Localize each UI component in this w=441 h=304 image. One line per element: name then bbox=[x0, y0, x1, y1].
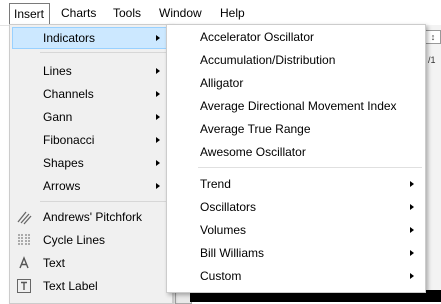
submenu-arrow-icon bbox=[156, 137, 160, 143]
submenu-arrow-icon bbox=[410, 181, 414, 187]
menu-item-label: Shapes bbox=[43, 156, 84, 170]
menu-item-label: Text Label bbox=[43, 279, 98, 293]
submenu-item-custom[interactable]: Custom bbox=[169, 265, 423, 288]
menu-insert[interactable]: Insert bbox=[9, 3, 51, 25]
menu-item-label: Andrews' Pitchfork bbox=[43, 210, 142, 224]
menu-item-label: Fibonacci bbox=[43, 133, 95, 147]
submenu-arrow-icon bbox=[156, 35, 160, 41]
menu-item-label: Channels bbox=[43, 87, 94, 101]
menu-item-gann[interactable]: Gann bbox=[12, 106, 169, 128]
insert-menu: Indicators Lines Channels Gann Fibonacci… bbox=[9, 24, 173, 304]
menu-bar: Insert Charts Tools Window Help bbox=[0, 0, 441, 26]
menu-help[interactable]: Help bbox=[220, 5, 245, 21]
menu-item-fibonacci[interactable]: Fibonacci bbox=[12, 129, 169, 151]
menu-item-label: Arrows bbox=[43, 179, 81, 193]
submenu-item-label: Average Directional Movement Index bbox=[200, 99, 397, 113]
submenu-item-average-true-range[interactable]: Average True Range bbox=[169, 118, 423, 141]
submenu-item-label: Bill Williams bbox=[200, 246, 264, 260]
submenu-item-label: Alligator bbox=[200, 76, 244, 90]
submenu-item-label: Accumulation/Distribution bbox=[200, 53, 336, 67]
submenu-arrow-icon bbox=[156, 68, 160, 74]
submenu-arrow-icon bbox=[410, 204, 414, 210]
submenu-item-label: Trend bbox=[200, 177, 231, 191]
submenu-arrow-icon bbox=[156, 160, 160, 166]
submenu-item-awesome-oscillator[interactable]: Awesome Oscillator bbox=[169, 141, 423, 164]
submenu-item-label: Awesome Oscillator bbox=[200, 145, 306, 159]
menu-tools[interactable]: Tools bbox=[113, 5, 141, 21]
submenu-arrow-icon bbox=[410, 250, 414, 256]
submenu-arrow-icon bbox=[156, 91, 160, 97]
indicators-submenu: Accelerator Oscillator Accumulation/Dist… bbox=[166, 24, 426, 293]
text-icon bbox=[16, 255, 32, 271]
submenu-item-trend[interactable]: Trend bbox=[169, 173, 423, 196]
menu-item-channels[interactable]: Channels bbox=[12, 83, 169, 105]
submenu-item-label: Oscillators bbox=[200, 200, 257, 214]
menu-item-label: Lines bbox=[43, 64, 72, 78]
submenu-item-label: Average True Range bbox=[200, 122, 311, 136]
menu-item-label: Gann bbox=[43, 110, 73, 124]
menu-item-label: Cycle Lines bbox=[43, 233, 106, 247]
menu-item-indicators[interactable]: Indicators bbox=[12, 27, 169, 49]
menu-item-label: Text bbox=[43, 256, 66, 270]
submenu-item-label: Volumes bbox=[200, 223, 247, 237]
submenu-arrow-icon bbox=[410, 227, 414, 233]
menu-separator bbox=[40, 201, 168, 202]
submenu-item-adx[interactable]: Average Directional Movement Index bbox=[169, 95, 423, 118]
menu-item-shapes[interactable]: Shapes bbox=[12, 152, 169, 174]
menu-window[interactable]: Window bbox=[159, 5, 202, 21]
menu-item-arrows[interactable]: Arrows bbox=[12, 175, 169, 197]
menu-item-text-label[interactable]: Text Label bbox=[12, 275, 169, 297]
background-text: /1 bbox=[428, 55, 436, 65]
submenu-arrow-icon bbox=[156, 183, 160, 189]
scroll-button[interactable]: ↕ bbox=[425, 30, 441, 44]
pitchfork-icon bbox=[16, 209, 32, 225]
submenu-arrow-icon bbox=[156, 114, 160, 120]
menu-item-label: Indicators bbox=[43, 31, 96, 45]
submenu-item-oscillators[interactable]: Oscillators bbox=[169, 196, 423, 219]
menu-charts[interactable]: Charts bbox=[61, 5, 96, 21]
menu-item-text[interactable]: Text bbox=[12, 252, 169, 274]
menu-item-cycle-lines[interactable]: Cycle Lines bbox=[12, 229, 169, 251]
submenu-separator bbox=[198, 167, 422, 168]
submenu-item-accelerator-oscillator[interactable]: Accelerator Oscillator bbox=[169, 26, 423, 49]
submenu-arrow-icon bbox=[410, 273, 414, 279]
submenu-item-accumulation-distribution[interactable]: Accumulation/Distribution bbox=[169, 49, 423, 72]
submenu-item-bill-williams[interactable]: Bill Williams bbox=[169, 242, 423, 265]
menu-item-andrews-pitchfork[interactable]: Andrews' Pitchfork bbox=[12, 206, 169, 228]
submenu-item-label: Custom bbox=[200, 269, 242, 283]
submenu-item-label: Accelerator Oscillator bbox=[200, 30, 315, 44]
submenu-item-alligator[interactable]: Alligator bbox=[169, 72, 423, 95]
submenu-item-volumes[interactable]: Volumes bbox=[169, 219, 423, 242]
cycle-lines-icon bbox=[16, 232, 32, 248]
menu-separator bbox=[40, 52, 168, 53]
text-label-icon bbox=[16, 278, 32, 294]
menu-item-lines[interactable]: Lines bbox=[12, 60, 169, 82]
